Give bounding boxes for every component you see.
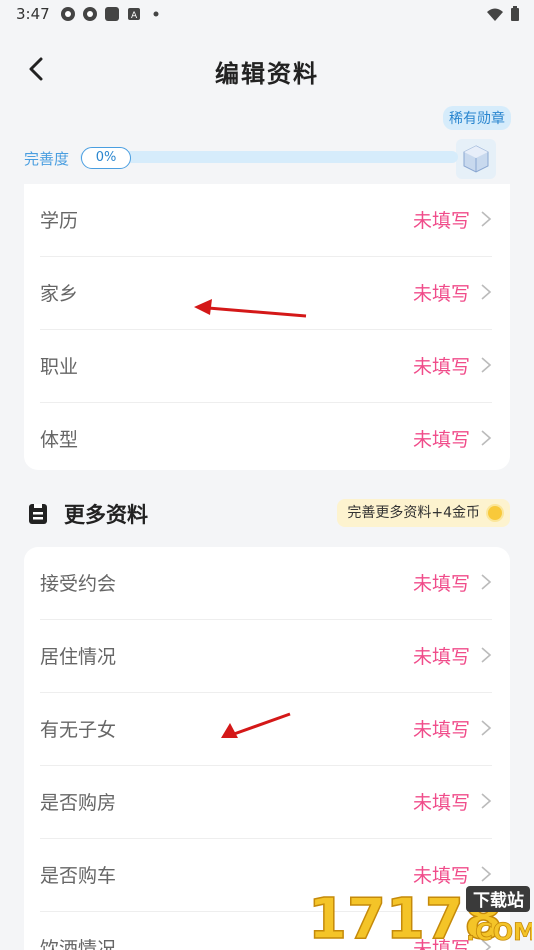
row-house[interactable]: 是否购房 未填写 (40, 766, 492, 839)
row-body-type[interactable]: 体型 未填写 (40, 403, 492, 475)
row-label: 饮酒情况 (40, 938, 117, 950)
page-title: 编辑资料 (215, 60, 319, 88)
row-value: 未填写 (412, 356, 470, 378)
document-icon (29, 504, 47, 524)
row-residence[interactable]: 居住情况 未填写 (40, 620, 492, 693)
chevron-right-icon (481, 574, 492, 590)
chevron-right-icon (481, 793, 492, 809)
row-label: 有无子女 (40, 719, 117, 741)
chevron-right-icon (481, 720, 492, 736)
notification-icon (82, 6, 98, 22)
row-value: 未填写 (412, 283, 470, 305)
wifi-icon (486, 7, 504, 26)
basic-info-card: 学历 未填写 家乡 未填写 职业 未填写 体型 未填写 (24, 184, 510, 470)
status-icons: A (60, 6, 164, 22)
svg-text:A: A (131, 11, 138, 21)
status-bar: 3:47 A (0, 0, 534, 28)
row-label: 接受约会 (40, 573, 117, 595)
chevron-right-icon (481, 211, 492, 227)
font-icon: A (126, 6, 142, 22)
row-label: 学历 (40, 210, 79, 232)
battery-icon (510, 6, 520, 26)
dot-icon (148, 6, 164, 22)
row-occupation[interactable]: 职业 未填写 (40, 330, 492, 403)
progress-value: 0% (81, 147, 131, 169)
watermark-tag: 下载站 (473, 890, 524, 911)
watermark-logo: 17178 下载站 .COM (306, 884, 534, 950)
row-label: 家乡 (40, 283, 79, 305)
row-dating[interactable]: 接受约会 未填写 (40, 547, 492, 620)
profile-progress: 稀有勋章 完善度 0% (0, 105, 534, 185)
row-value: 未填写 (412, 646, 470, 668)
more-info-header: 更多资料 完善更多资料+4金币 (24, 497, 510, 533)
row-value: 未填写 (412, 429, 470, 451)
chevron-right-icon (481, 284, 492, 300)
row-hometown[interactable]: 家乡 未填写 (40, 257, 492, 330)
row-label: 是否购车 (40, 865, 117, 887)
row-label: 是否购房 (40, 792, 117, 814)
section-title: 更多资料 (64, 503, 148, 527)
watermark-domain: .COM (466, 918, 532, 946)
chevron-right-icon (481, 866, 492, 882)
row-label: 职业 (40, 356, 79, 378)
row-label: 体型 (40, 429, 79, 451)
chevron-right-icon (481, 357, 492, 373)
badge-cube-icon[interactable] (456, 139, 496, 179)
reward-badge[interactable]: 完善更多资料+4金币 (337, 499, 510, 527)
progress-track (80, 151, 458, 163)
chevron-right-icon (481, 647, 492, 663)
row-value: 未填写 (412, 210, 470, 232)
notification-icon (60, 6, 76, 22)
app-icon (104, 6, 120, 22)
reward-text: 完善更多资料+4金币 (347, 505, 480, 521)
nav-bar: 编辑资料 (0, 40, 534, 100)
status-right (486, 6, 520, 26)
row-value: 未填写 (412, 792, 470, 814)
row-label: 居住情况 (40, 646, 117, 668)
status-time: 3:47 (16, 5, 50, 23)
chevron-right-icon (481, 430, 492, 446)
row-value: 未填写 (412, 573, 470, 595)
rare-badge-tip[interactable]: 稀有勋章 (443, 106, 511, 130)
coin-icon (488, 506, 502, 520)
progress-label: 完善度 (24, 150, 70, 168)
row-value: 未填写 (412, 719, 470, 741)
row-children[interactable]: 有无子女 未填写 (40, 693, 492, 766)
row-education[interactable]: 学历 未填写 (40, 184, 492, 257)
